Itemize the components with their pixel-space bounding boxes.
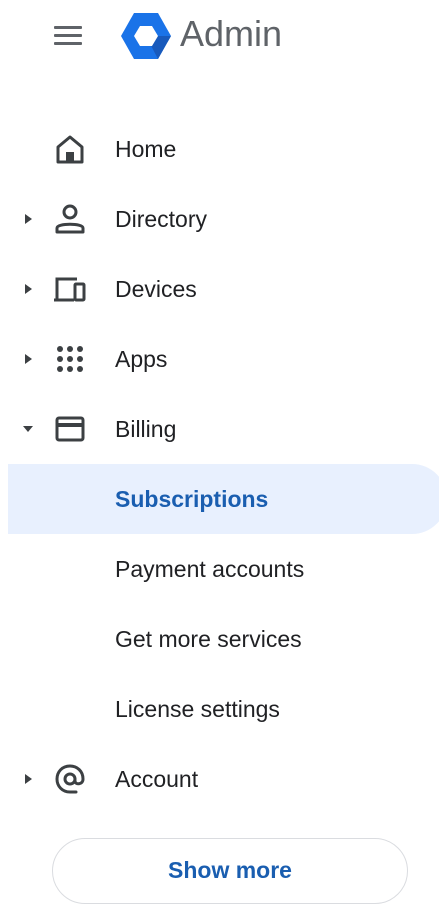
apps-grid-icon [57,346,83,372]
sidebar-item-label: Directory [115,206,208,232]
show-more-label: Show more [168,857,292,883]
sidebar-item-home[interactable]: Home [0,114,439,184]
sidebar-item-label: Payment accounts [115,556,305,582]
sidebar-item-label: Subscriptions [115,486,269,512]
sidebar-item-label: Apps [115,346,168,372]
expand-arrow-icon[interactable] [22,352,34,366]
at-sign-icon [55,764,85,794]
expand-arrow-icon[interactable] [22,772,34,786]
app-header: Admin [0,0,439,70]
sidebar-item-label: Account [115,766,199,792]
sidebar-item-label: Devices [115,276,197,302]
devices-icon [54,277,86,302]
app-title: Admin [180,13,283,54]
sidebar-nav: Home Directory Devices Apps Billing Subs… [0,114,439,814]
sidebar-item-billing[interactable]: Billing [0,394,439,464]
sidebar-item-account[interactable]: Account [0,744,439,814]
admin-logo-icon[interactable] [119,10,173,62]
hamburger-menu-icon[interactable] [50,18,88,52]
expand-arrow-icon[interactable] [22,212,34,226]
sidebar-item-subscriptions[interactable]: Subscriptions [0,464,439,534]
sidebar-item-label: License settings [115,696,280,722]
sidebar-item-license-settings[interactable]: License settings [0,674,439,744]
credit-card-icon [55,416,85,442]
sidebar-item-label: Home [115,136,177,162]
sidebar-item-get-more-services[interactable]: Get more services [0,604,439,674]
show-more-button[interactable]: Show more [52,838,408,904]
sidebar-item-payment-accounts[interactable]: Payment accounts [0,534,439,604]
home-icon [56,135,84,164]
sidebar-item-label: Get more services [115,626,302,652]
sidebar-item-devices[interactable]: Devices [0,254,439,324]
person-icon [55,204,85,234]
sidebar-item-apps[interactable]: Apps [0,324,439,394]
expand-arrow-icon[interactable] [22,282,34,296]
sidebar-item-directory[interactable]: Directory [0,184,439,254]
collapse-arrow-icon[interactable] [22,422,34,436]
sidebar-item-label: Billing [115,416,177,442]
